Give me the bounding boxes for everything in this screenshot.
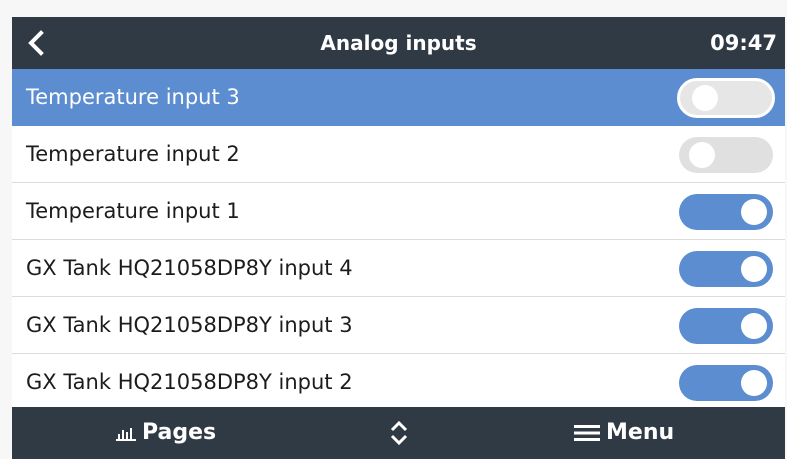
hamburger-menu-icon	[574, 425, 600, 441]
list-item[interactable]: GX Tank HQ21058DP8Y input 3	[12, 297, 785, 354]
toggle-knob	[741, 256, 767, 282]
analog-inputs-list: Temperature input 3 Temperature input 2 …	[12, 69, 785, 411]
toggle-knob	[689, 142, 715, 168]
toggle-switch[interactable]	[679, 365, 773, 401]
footer-bar: Pages Menu	[12, 407, 785, 459]
page-title: Analog inputs	[320, 31, 477, 55]
list-item[interactable]: Temperature input 1	[12, 183, 785, 240]
toggle-switch[interactable]	[677, 78, 775, 118]
list-item-label: GX Tank HQ21058DP8Y input 4	[26, 256, 353, 280]
list-item[interactable]: GX Tank HQ21058DP8Y input 2	[12, 354, 785, 411]
pages-button[interactable]: Pages	[116, 407, 216, 459]
bar-chart-icon	[116, 428, 136, 441]
list-item[interactable]: Temperature input 2	[12, 126, 785, 183]
list-item-label: GX Tank HQ21058DP8Y input 2	[26, 370, 353, 394]
toggle-switch[interactable]	[679, 137, 773, 173]
toggle-knob	[741, 313, 767, 339]
chevron-up-down-icon[interactable]	[387, 420, 411, 446]
toggle-knob	[741, 199, 767, 225]
list-item-label: Temperature input 3	[26, 85, 240, 109]
list-item-label: Temperature input 2	[26, 142, 240, 166]
device-screen: Analog inputs 09:47 Temperature input 3 …	[12, 17, 785, 459]
header-bar: Analog inputs 09:47	[12, 17, 785, 69]
menu-button[interactable]: Menu	[574, 407, 674, 459]
list-item-label: GX Tank HQ21058DP8Y input 3	[26, 313, 353, 337]
menu-label: Menu	[606, 420, 675, 445]
list-item[interactable]: Temperature input 3	[12, 69, 785, 126]
toggle-switch[interactable]	[679, 194, 773, 230]
clock: 09:47	[710, 31, 777, 55]
toggle-knob	[692, 85, 718, 111]
toggle-switch[interactable]	[679, 308, 773, 344]
pages-label: Pages	[142, 420, 217, 445]
list-item[interactable]: GX Tank HQ21058DP8Y input 4	[12, 240, 785, 297]
toggle-switch[interactable]	[679, 251, 773, 287]
list-item-label: Temperature input 1	[26, 199, 240, 223]
toggle-knob	[741, 370, 767, 396]
